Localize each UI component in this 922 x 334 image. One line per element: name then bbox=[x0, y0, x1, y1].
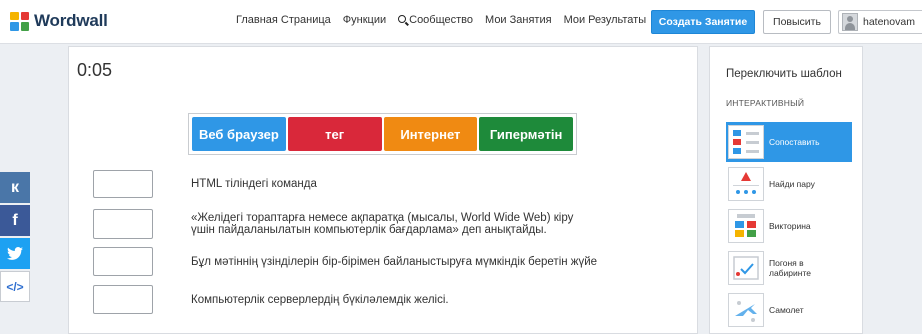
template-label: Викторина bbox=[769, 221, 811, 231]
definition-text: «Желідегі тораптарға немесе ақпаратқа (м… bbox=[191, 212, 573, 236]
template-label: Найди пару bbox=[769, 179, 815, 189]
answer-tray: Веб браузер тег Интернет Гипермәтін bbox=[188, 113, 577, 155]
avatar bbox=[842, 13, 858, 31]
definition-row: Компьютерлік серверлердің бүкіләлемдік ж… bbox=[93, 285, 449, 314]
nav-home[interactable]: Главная Страница bbox=[236, 14, 331, 26]
main-nav: Главная Страница Функции Сообщество Мои … bbox=[236, 14, 658, 26]
definition-line: үшін пайдаланылатын компьютерлік бағдарл… bbox=[191, 224, 547, 236]
drop-slot[interactable] bbox=[93, 285, 153, 314]
nav-features[interactable]: Функции bbox=[343, 14, 386, 26]
logo-text: Wordwall bbox=[34, 11, 108, 30]
template-switcher: Переключить шаблон ИНТЕРАКТИВНЫЙ Сопоста… bbox=[709, 46, 863, 334]
nav-my-results[interactable]: Мои Результаты bbox=[564, 14, 647, 26]
template-maze-chase[interactable]: Погоня в лабиринте bbox=[726, 248, 852, 288]
match-up-icon bbox=[728, 125, 764, 159]
template-switcher-title: Переключить шаблон bbox=[726, 68, 842, 80]
template-match-up[interactable]: Сопоставить bbox=[726, 122, 852, 162]
logo-icon bbox=[10, 11, 29, 31]
template-label-text: Погоня в лабиринте bbox=[769, 258, 811, 278]
template-quiz[interactable]: Викторина bbox=[726, 206, 852, 246]
create-activity-button[interactable]: Создать Занятие bbox=[651, 10, 755, 34]
answer-tile-web-browser[interactable]: Веб браузер bbox=[192, 117, 286, 151]
timer: 0:05 bbox=[77, 60, 113, 80]
game-panel: 0:05 Веб браузер тег Интернет Гипермәтін… bbox=[68, 46, 698, 334]
nav-community-label: Сообщество bbox=[409, 14, 474, 26]
maze-chase-icon bbox=[728, 251, 764, 285]
twitter-bird-glyph bbox=[7, 246, 23, 260]
answer-tile-internet[interactable]: Интернет bbox=[383, 117, 478, 151]
drop-slot[interactable] bbox=[93, 170, 153, 198]
definition-row: «Желідегі тораптарға немесе ақпаратқа (м… bbox=[93, 209, 573, 239]
definition-row: Бұл мәтіннің үзінділерін бір-бірімен бай… bbox=[93, 247, 597, 276]
drop-slot[interactable] bbox=[93, 247, 153, 276]
definition-text: Бұл мәтіннің үзінділерін бір-бірімен бай… bbox=[191, 255, 598, 268]
quiz-icon bbox=[728, 209, 764, 243]
twitter-icon[interactable] bbox=[0, 238, 30, 269]
template-find-match[interactable]: Найди пару bbox=[726, 164, 852, 204]
definition-text: Компьютерлік серверлердің бүкіләлемдік ж… bbox=[191, 293, 449, 306]
search-icon bbox=[398, 15, 407, 23]
answer-tile-hypertext[interactable]: Гипермәтін bbox=[479, 117, 573, 151]
facebook-icon[interactable]: f bbox=[0, 205, 30, 236]
definition-line: «Желідегі тораптарға немесе ақпаратқа (м… bbox=[191, 212, 574, 224]
definition-row: HTML тіліндегі команда bbox=[93, 170, 317, 198]
airplane-icon bbox=[728, 293, 764, 327]
nav-community[interactable]: Сообщество bbox=[398, 14, 473, 26]
template-section-label: ИНТЕРАКТИВНЫЙ bbox=[726, 98, 805, 108]
upgrade-button[interactable]: Повысить bbox=[763, 10, 831, 34]
template-label: Самолет bbox=[769, 305, 804, 315]
template-label: Сопоставить bbox=[769, 137, 820, 147]
social-share-bar: к f </> bbox=[0, 172, 30, 304]
vk-icon[interactable]: к bbox=[0, 172, 30, 203]
top-bar: Wordwall Главная Страница Функции Сообще… bbox=[0, 0, 922, 44]
answer-tile-tag[interactable]: тег bbox=[287, 117, 382, 151]
embed-icon[interactable]: </> bbox=[0, 271, 30, 302]
nav-my-activities[interactable]: Мои Занятия bbox=[485, 14, 552, 26]
find-match-icon bbox=[728, 167, 764, 201]
definition-text: HTML тіліндегі команда bbox=[191, 178, 317, 190]
template-label: Погоня в лабиринте bbox=[769, 258, 811, 278]
logo[interactable]: Wordwall bbox=[10, 10, 108, 32]
template-airplane[interactable]: Самолет bbox=[726, 290, 852, 330]
user-menu[interactable]: hatenovam bbox=[838, 10, 922, 34]
username: hatenovam bbox=[863, 16, 915, 28]
drop-slot[interactable] bbox=[93, 209, 153, 239]
